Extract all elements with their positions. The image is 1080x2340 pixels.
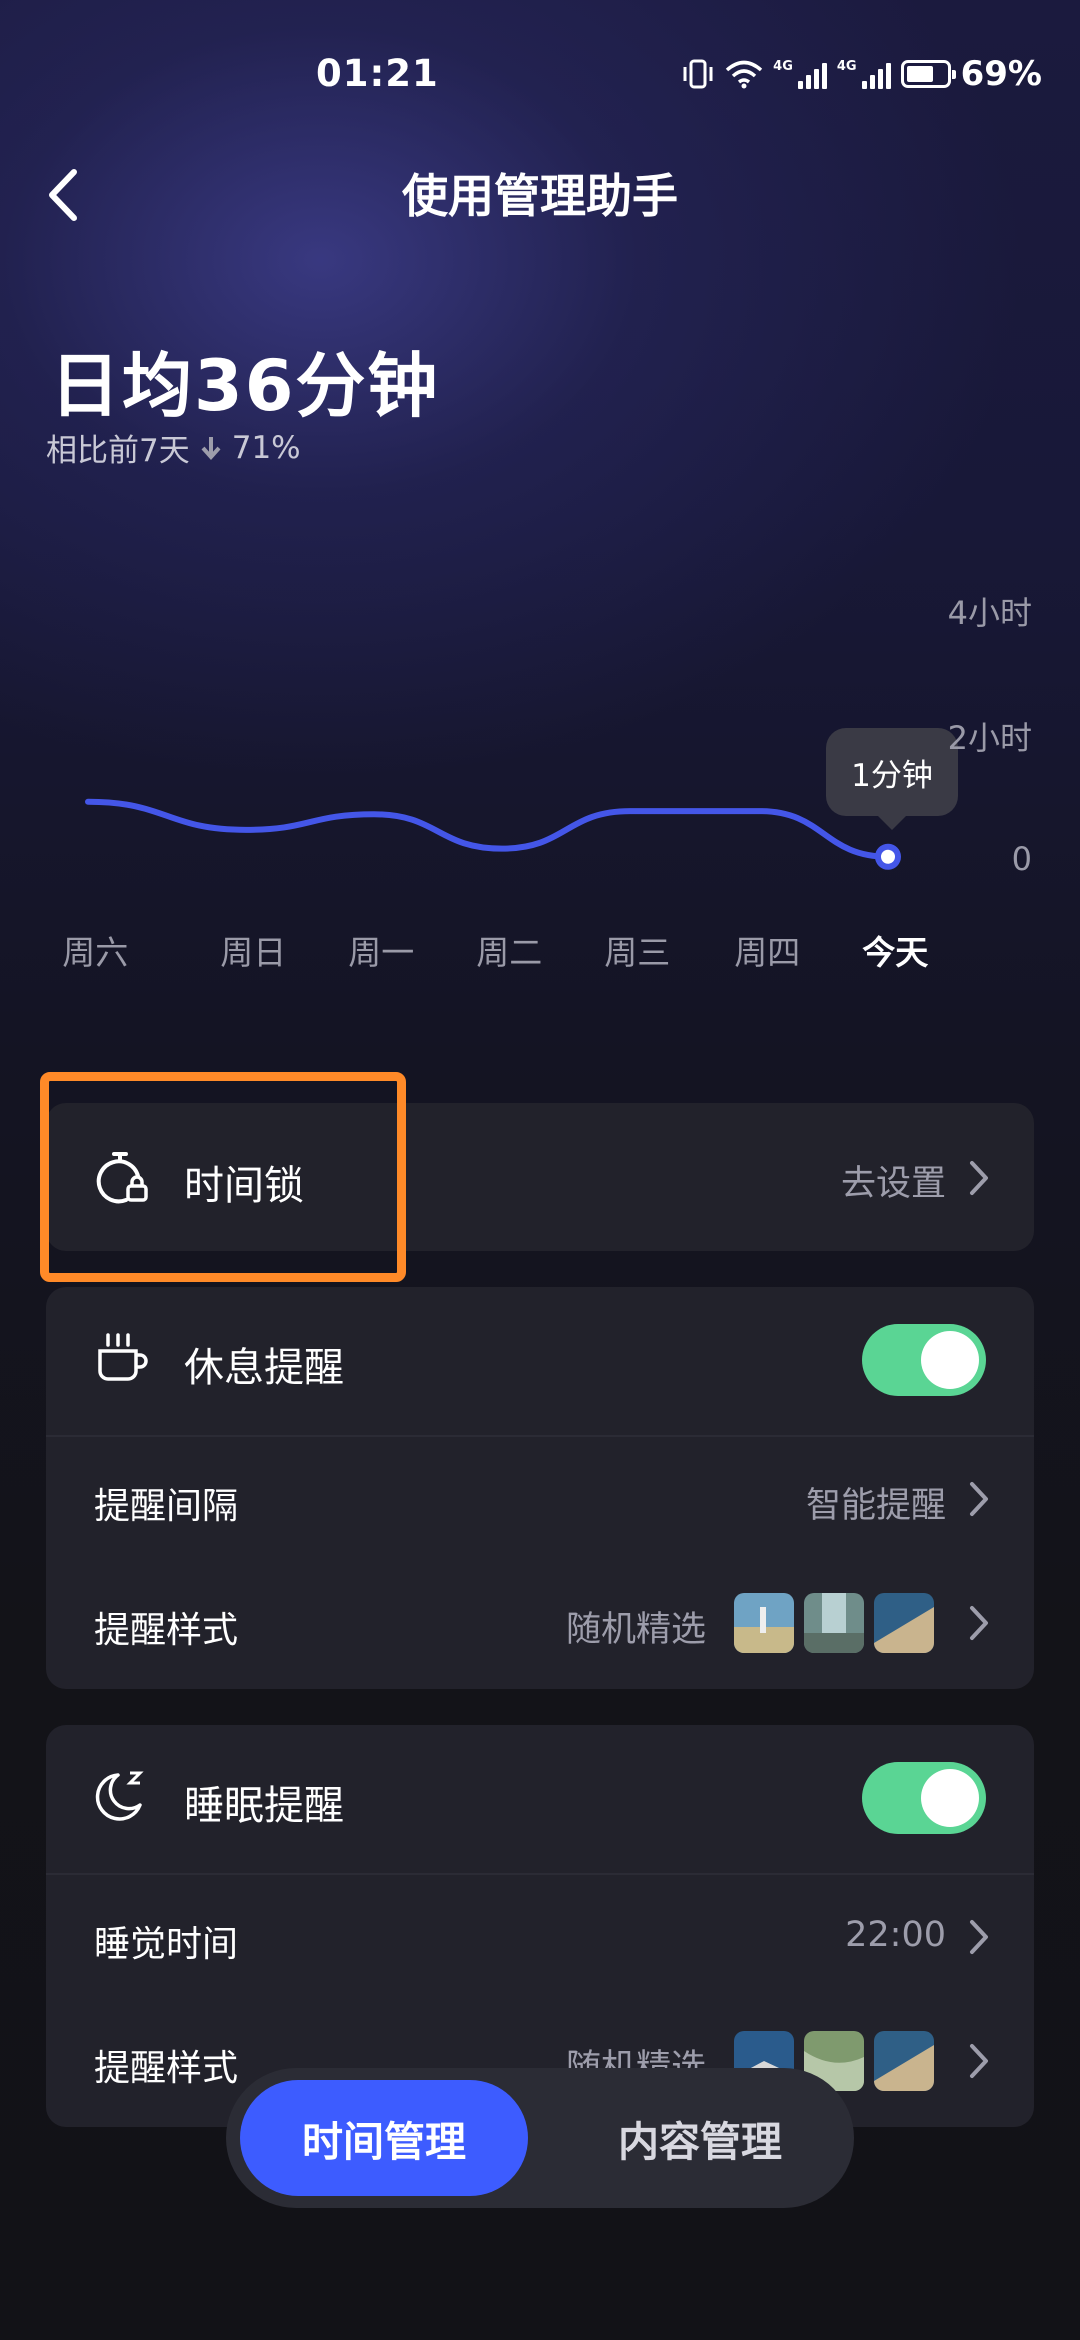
- bottom-tab-bar: 时间管理 内容管理: [226, 2068, 854, 2208]
- down-arrow-icon: [201, 436, 221, 460]
- bedtime-value: 22:00: [845, 1915, 946, 1955]
- daily-average: 日均36分钟: [50, 345, 440, 427]
- chevron-right-icon: [970, 1482, 988, 1516]
- day-label: 周四: [734, 933, 801, 972]
- sleep-reminder-title: 睡眠提醒: [184, 1783, 344, 1829]
- thumbnail-1: [734, 1593, 794, 1653]
- rest-reminder-card: 休息提醒 提醒间隔 智能提醒 提醒样式 随机精选: [46, 1287, 1034, 1689]
- chevron-right-icon: [970, 2044, 988, 2078]
- battery-percent: 69%: [960, 54, 1042, 94]
- sleep-reminder-card: 睡眠提醒 睡觉时间 22:00 提醒样式 随机精选: [46, 1725, 1034, 2127]
- comparison: 相比前7天 71%: [46, 425, 301, 470]
- rest-style-row[interactable]: 提醒样式 随机精选: [46, 1561, 1034, 1685]
- cell-signal-2-icon: 4G: [837, 59, 891, 89]
- thumbnail-3: [874, 1593, 934, 1653]
- rest-reminder-title: 休息提醒: [184, 1345, 344, 1391]
- thumbnail-3: [874, 2031, 934, 2091]
- tab-time-management[interactable]: 时间管理: [240, 2080, 528, 2196]
- sleep-reminder-toggle[interactable]: [862, 1762, 986, 1834]
- chevron-right-icon: [970, 1606, 988, 1640]
- day-label: 周日: [220, 933, 287, 972]
- bedtime-label: 睡觉时间: [94, 1924, 239, 1965]
- rest-style-label: 提醒样式: [94, 1610, 239, 1651]
- day-label: 周一: [348, 933, 415, 972]
- rest-interval-row[interactable]: 提醒间隔 智能提醒: [46, 1437, 1034, 1561]
- chevron-right-icon: [970, 1161, 988, 1195]
- rest-style-value: 随机精选: [565, 1610, 706, 1650]
- page-title: 使用管理助手: [402, 169, 678, 223]
- chevron-right-icon: [970, 1920, 988, 1954]
- compare-value: 71%: [231, 429, 301, 466]
- rest-reminder-toggle[interactable]: [862, 1324, 986, 1396]
- battery-icon: [900, 60, 956, 88]
- rest-interval-label: 提醒间隔: [94, 1486, 239, 1527]
- y-tick-label: 2小时: [947, 719, 1032, 757]
- vibrate-icon: [683, 59, 713, 89]
- y-tick-label: 4小时: [947, 594, 1032, 632]
- back-icon[interactable]: [40, 160, 90, 230]
- rest-interval-value: 智能提醒: [805, 1486, 946, 1526]
- day-label: 周六: [62, 933, 129, 972]
- day-label: 周三: [604, 933, 671, 972]
- status-icons: 4G 4G 69%: [681, 54, 1042, 94]
- wifi-icon: [726, 60, 763, 89]
- tab-content-management[interactable]: 内容管理: [556, 2080, 844, 2196]
- toggle-knob: [921, 1331, 979, 1389]
- toggle-knob: [921, 1769, 979, 1827]
- bedtime-row[interactable]: 睡觉时间 22:00: [46, 1875, 1034, 1999]
- time-lock-action[interactable]: 去设置: [841, 1155, 946, 1206]
- cell-signal-1-icon: 4G: [773, 59, 827, 89]
- data-point: [875, 843, 901, 870]
- coffee-cup-icon: [98, 1333, 148, 1381]
- day-label: 今天: [862, 933, 929, 972]
- usage-line: [85, 798, 891, 860]
- compare-label: 相比前7天: [46, 433, 190, 469]
- day-label: 周二: [476, 933, 543, 972]
- y-tick-label: 0: [1011, 840, 1032, 878]
- sleep-style-label: 提醒样式: [94, 2048, 239, 2089]
- chart-tooltip: 1分钟: [826, 728, 958, 830]
- moon-sleep-icon: [95, 1771, 144, 1821]
- thumbnail-2: [804, 1593, 864, 1653]
- highlight-box: [40, 1072, 406, 1282]
- status-time: 01:21: [316, 52, 439, 95]
